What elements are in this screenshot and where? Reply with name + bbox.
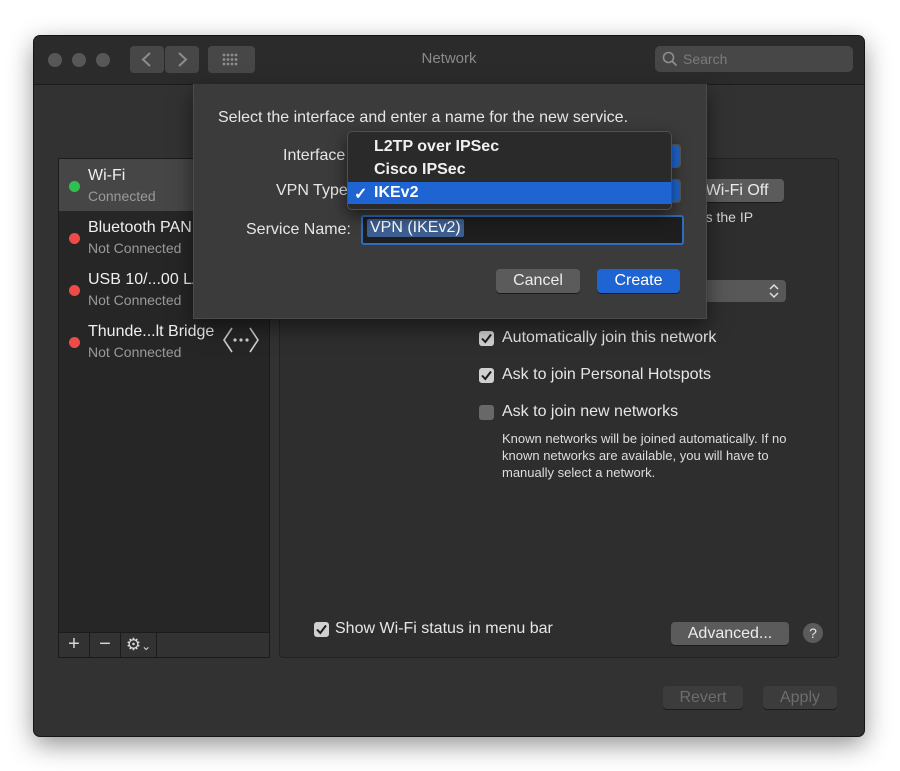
help-button[interactable]: ?: [803, 623, 823, 643]
apply-label: Apply: [779, 689, 821, 706]
create-label: Create: [614, 272, 663, 289]
service-status: Not Connected: [88, 240, 182, 256]
service-status: Connected: [88, 188, 156, 204]
service-name-field[interactable]: VPN (IKEv2): [361, 215, 684, 245]
new-networks-label: Ask to join new networks: [502, 403, 679, 420]
checkmark-icon: [481, 370, 492, 381]
vpn-type-label: VPN Type: [276, 182, 348, 199]
apply-button[interactable]: Apply: [763, 686, 837, 709]
auto-join-checkbox[interactable]: [479, 331, 494, 346]
menu-item-cisco-ipsec[interactable]: Cisco IPSec: [348, 159, 671, 181]
thunderbolt-bridge-icon: [223, 327, 259, 353]
search-icon: [662, 51, 678, 67]
status-dot-connected: [69, 181, 80, 192]
show-wifi-status-label: Show Wi-Fi status in menu bar: [335, 620, 553, 637]
status-dot-not-connected: [69, 285, 80, 296]
menu-item-ikev2[interactable]: ✓ IKEv2: [348, 182, 671, 204]
checkmark-icon: [316, 624, 327, 635]
advanced-button[interactable]: Advanced...: [671, 622, 789, 645]
gear-icon: ⚙: [125, 635, 142, 654]
chevron-down-icon: ⌄: [141, 639, 152, 653]
status-dot-not-connected: [69, 337, 80, 348]
action-menu-button[interactable]: ⚙⌄: [121, 633, 157, 657]
service-name: Bluetooth PAN: [88, 219, 192, 236]
vpn-type-menu: L2TP over IPSec Cisco IPSec ✓ IKEv2: [347, 131, 672, 210]
service-list-toolbar: + − ⚙⌄: [58, 632, 270, 658]
interface-label: Interface: [283, 147, 346, 164]
create-button[interactable]: Create: [597, 269, 680, 293]
show-wifi-status-checkbox[interactable]: [314, 622, 329, 637]
checkmark-icon: ✓: [354, 186, 368, 203]
sheet-instruction: Select the interface and enter a name fo…: [218, 109, 629, 126]
revert-button[interactable]: Revert: [663, 686, 743, 709]
personal-hotspots-checkbox[interactable]: [479, 368, 494, 383]
new-networks-checkbox[interactable]: [479, 405, 494, 420]
auto-join-label: Automatically join this network: [502, 329, 717, 346]
service-item-thunderbolt-bridge[interactable]: Thunde...lt Bridge Not Connected: [59, 315, 269, 367]
service-name: Wi-Fi: [88, 167, 126, 184]
updown-chevron-icon: [769, 283, 779, 299]
service-name-value: VPN (IKEv2): [367, 219, 464, 237]
menu-item-label: IKEv2: [374, 184, 419, 201]
menu-item-label: L2TP over IPSec: [374, 138, 500, 155]
remove-service-button[interactable]: −: [90, 633, 121, 657]
status-dot-not-connected: [69, 233, 80, 244]
checkmark-icon: [481, 333, 492, 344]
menu-item-l2tp[interactable]: L2TP over IPSec: [348, 136, 671, 158]
title-bar: Network Search: [34, 36, 864, 85]
revert-label: Revert: [679, 689, 727, 706]
add-service-button[interactable]: +: [59, 633, 90, 657]
service-status: Not Connected: [88, 292, 182, 308]
personal-hotspots-label: Ask to join Personal Hotspots: [502, 366, 711, 383]
service-name-label: Service Name:: [246, 221, 351, 238]
turn-wifi-off-label: Wi-Fi Off: [705, 182, 769, 199]
service-status: Not Connected: [88, 344, 182, 360]
menu-item-label: Cisco IPSec: [374, 161, 466, 178]
search-placeholder: Search: [683, 51, 728, 67]
service-name: Thunde...lt Bridge: [88, 323, 215, 340]
advanced-label: Advanced...: [687, 625, 773, 642]
cancel-label: Cancel: [513, 272, 563, 289]
search-field[interactable]: Search: [655, 46, 853, 72]
cancel-button[interactable]: Cancel: [496, 269, 580, 293]
known-networks-note: Known networks will be joined automatica…: [502, 431, 787, 480]
